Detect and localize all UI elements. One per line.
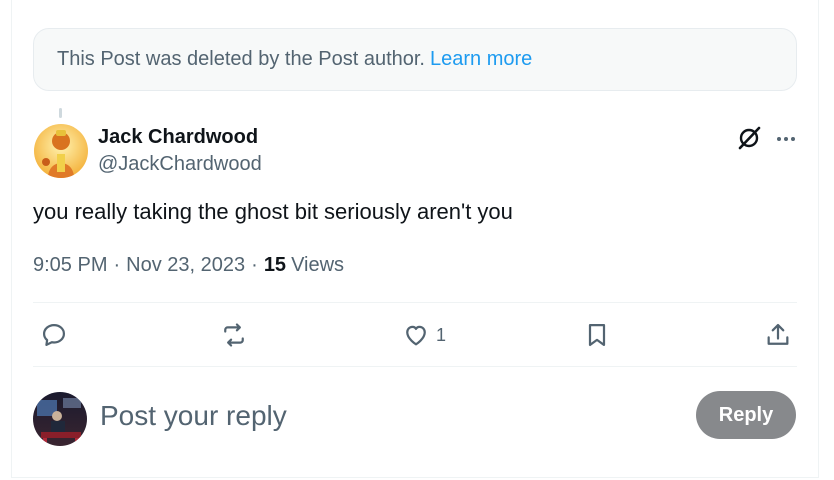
views-label: Views (291, 254, 345, 276)
author-handle[interactable]: @JackChardwood (98, 151, 262, 177)
reply-button[interactable]: Reply (696, 391, 796, 439)
more-options-icon[interactable] (774, 127, 798, 151)
thread-connector-line (59, 108, 62, 118)
grok-icon[interactable] (736, 126, 764, 150)
post-time[interactable]: 9:05 PM (33, 254, 107, 277)
meta-separator: · (113, 254, 121, 276)
reply-action-button[interactable] (40, 320, 68, 350)
author-avatar-image (34, 124, 88, 178)
bookmark-action-button[interactable] (583, 320, 611, 350)
learn-more-link[interactable]: Learn more (430, 48, 532, 71)
divider (33, 366, 797, 367)
reply-icon (42, 323, 66, 347)
meta-separator: · (251, 254, 258, 276)
like-icon (406, 325, 426, 346)
author-avatar[interactable] (34, 124, 88, 178)
bookmark-icon (588, 323, 606, 347)
divider (33, 302, 797, 303)
post-date[interactable]: Nov 23, 2023 (126, 254, 245, 277)
repost-action-button[interactable] (220, 320, 248, 350)
deleted-notice-text: This Post was deleted by the Post author… (57, 48, 425, 70)
current-user-avatar[interactable] (33, 392, 87, 446)
author-name[interactable]: Jack Chardwood (98, 125, 262, 149)
post-metadata: 9:05 PM · Nov 23, 2023 · 15 Views (33, 254, 344, 277)
share-action-button[interactable] (764, 320, 792, 350)
share-icon (767, 323, 789, 345)
like-action-button[interactable]: 1 (402, 320, 446, 350)
views-count[interactable]: 15 (264, 254, 286, 277)
post-text: you really taking the ghost bit seriousl… (33, 199, 513, 224)
deleted-post-notice: This Post was deleted by the Post author… (33, 28, 797, 91)
current-user-avatar-image (33, 392, 87, 446)
reply-input[interactable] (100, 398, 660, 434)
repost-icon (224, 323, 244, 347)
author-info: Jack Chardwood @JackChardwood (98, 125, 262, 177)
like-count: 1 (436, 324, 447, 345)
